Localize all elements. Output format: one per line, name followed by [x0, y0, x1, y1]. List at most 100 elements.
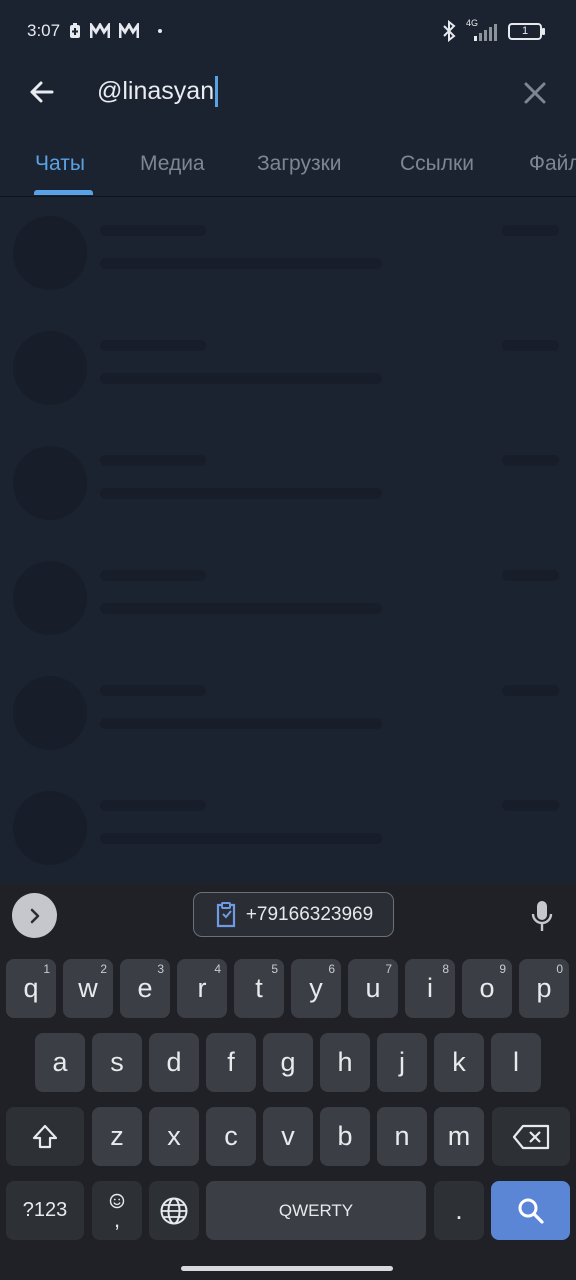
search-header: @linasyan [0, 62, 576, 122]
key-label: u [365, 973, 381, 1003]
key-o[interactable]: o9 [462, 959, 512, 1018]
title-placeholder [100, 800, 206, 811]
key-label: b [337, 1121, 353, 1151]
backspace-key[interactable] [492, 1107, 570, 1166]
tab-chats[interactable]: Чаты [35, 152, 85, 176]
key-s[interactable]: s [92, 1033, 142, 1092]
key-label: m [447, 1121, 471, 1151]
time-placeholder [502, 800, 559, 811]
microphone-icon[interactable] [526, 898, 558, 934]
key-b[interactable]: b [320, 1107, 370, 1166]
key-n[interactable]: n [377, 1107, 427, 1166]
subtitle-placeholder [100, 718, 382, 729]
tab-downloads[interactable]: Загрузки [257, 152, 342, 176]
key-l[interactable]: l [491, 1033, 541, 1092]
key-label: n [394, 1121, 410, 1151]
key-number-hint: 6 [328, 962, 335, 976]
key-label: r [197, 973, 207, 1003]
key-label: z [110, 1121, 124, 1151]
status-time: 3:07 [27, 21, 61, 40]
search-input[interactable]: @linasyan [97, 76, 219, 107]
title-placeholder [100, 685, 206, 696]
key-number-hint: 5 [271, 962, 278, 976]
key-r[interactable]: r4 [177, 959, 227, 1018]
battery-saver-icon [70, 23, 80, 38]
key-w[interactable]: w2 [63, 959, 113, 1018]
key-z[interactable]: z [92, 1107, 142, 1166]
key-f[interactable]: f [206, 1033, 256, 1092]
avatar-placeholder [13, 331, 87, 405]
key-p[interactable]: p0 [519, 959, 569, 1018]
key-k[interactable]: k [434, 1033, 484, 1092]
more-notifications-dot [158, 29, 162, 33]
time-placeholder [502, 570, 559, 581]
keyboard-menu-button[interactable] [12, 893, 57, 938]
key-label: h [337, 1047, 353, 1077]
key-v[interactable]: v [263, 1107, 313, 1166]
key-number-hint: 8 [442, 962, 449, 976]
avatar-placeholder [13, 791, 87, 865]
clipboard-text: +79166323969 [245, 903, 374, 925]
key-a[interactable]: a [35, 1033, 85, 1092]
key-x[interactable]: x [149, 1107, 199, 1166]
key-label: w [78, 973, 98, 1003]
key-g[interactable]: g [263, 1033, 313, 1092]
time-placeholder [502, 685, 559, 696]
key-m[interactable]: m [434, 1107, 484, 1166]
tab-links[interactable]: Ссылки [400, 152, 474, 176]
key-label: l [513, 1047, 519, 1077]
key-label: j [399, 1047, 405, 1077]
key-label: d [166, 1047, 182, 1077]
key-label: o [479, 973, 495, 1003]
key-label: c [224, 1121, 238, 1151]
language-key[interactable] [149, 1181, 199, 1240]
emoji-comma-key[interactable]: , [92, 1181, 142, 1240]
key-y[interactable]: y6 [291, 959, 341, 1018]
key-number-hint: 3 [157, 962, 164, 976]
chat-results-list [0, 197, 576, 883]
close-icon[interactable] [516, 74, 554, 112]
list-item-skeleton [0, 542, 576, 657]
key-label: e [137, 973, 153, 1003]
key-t[interactable]: t5 [234, 959, 284, 1018]
search-icon [518, 1198, 544, 1224]
bluetooth-icon [443, 20, 456, 42]
chevron-right-icon [30, 908, 39, 923]
tab-media[interactable]: Медиа [140, 152, 205, 176]
back-arrow-icon[interactable] [22, 72, 62, 112]
tab-bar: Чаты Медиа Загрузки Ссылки Файлы [0, 136, 576, 197]
key-i[interactable]: i8 [405, 959, 455, 1018]
time-placeholder [502, 340, 559, 351]
list-item-skeleton [0, 772, 576, 883]
key-c[interactable]: c [206, 1107, 256, 1166]
key-j[interactable]: j [377, 1033, 427, 1092]
avatar-placeholder [13, 561, 87, 635]
symbols-key[interactable]: ?123 [6, 1181, 84, 1240]
key-d[interactable]: d [149, 1033, 199, 1092]
subtitle-placeholder [100, 488, 382, 499]
subtitle-placeholder [100, 603, 382, 614]
key-h[interactable]: h [320, 1033, 370, 1092]
shift-key[interactable] [6, 1107, 84, 1166]
key-label: x [167, 1121, 181, 1151]
key-number-hint: 9 [499, 962, 506, 976]
keyboard-toolbar: +79166323969 [0, 883, 576, 949]
comma-label: , [113, 1206, 121, 1232]
key-u[interactable]: u7 [348, 959, 398, 1018]
search-key[interactable] [491, 1181, 570, 1240]
subtitle-placeholder [100, 258, 382, 269]
key-q[interactable]: q1 [6, 959, 56, 1018]
tab-files[interactable]: Файлы [529, 152, 576, 176]
title-placeholder [100, 340, 206, 351]
clipboard-suggestion-chip[interactable]: +79166323969 [193, 892, 394, 937]
key-number-hint: 4 [214, 962, 221, 976]
key-e[interactable]: e3 [120, 959, 170, 1018]
soft-keyboard: +79166323969 q1w2e3r4t5y6u7i8o9p0 asdfgh… [0, 883, 576, 1280]
cellular-signal-icon: 4G [464, 18, 500, 42]
space-key[interactable]: QWERTY [206, 1181, 426, 1240]
gesture-navigation-bar[interactable] [181, 1266, 393, 1271]
battery-icon: 1 [508, 22, 545, 40]
key-label: q [23, 973, 39, 1003]
period-key[interactable]: . [434, 1181, 484, 1240]
search-query: @linasyan [97, 77, 215, 105]
